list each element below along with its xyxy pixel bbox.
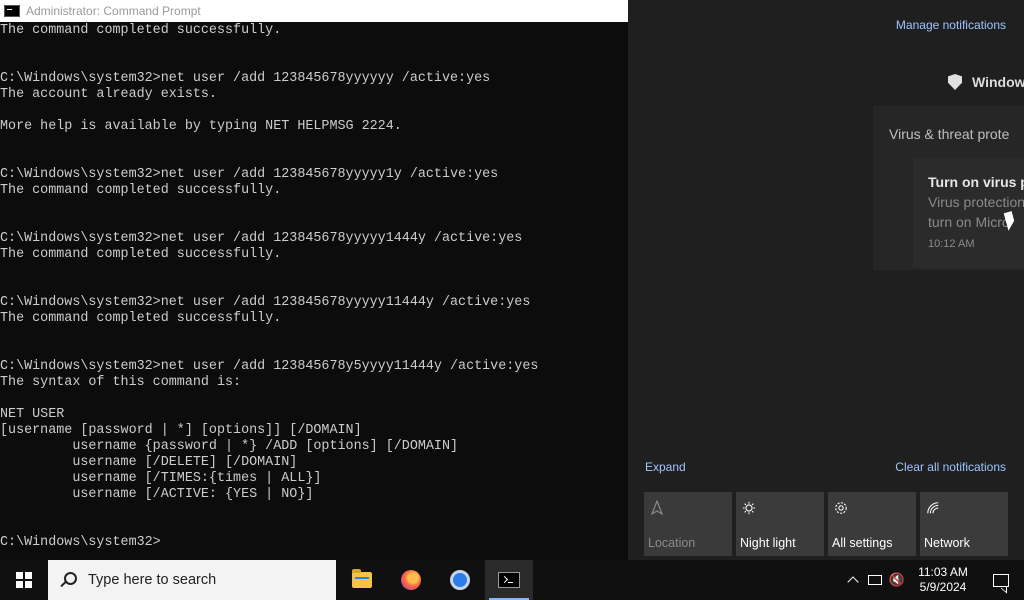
command-prompt-icon (498, 572, 520, 588)
quick-action-label: All settings (832, 536, 893, 550)
command-prompt-icon (4, 5, 20, 17)
console-line: C:\Windows\system32>net user /add 123845… (0, 231, 523, 246)
firefox-icon (401, 570, 421, 590)
action-center: Manage notifications Window Virus & thre… (628, 0, 1024, 560)
chrome-icon (450, 570, 470, 590)
notifications-icon (993, 573, 1009, 587)
console-line: C:\Windows\system32>net user /add 123845… (0, 359, 539, 374)
taskbar-search-box[interactable]: Type here to search (48, 560, 336, 600)
search-icon (60, 572, 77, 588)
group-title: Window (972, 74, 1024, 90)
console-line: C:\Windows\system32>net user /add 123845… (0, 295, 531, 310)
expand-link[interactable]: Expand (645, 460, 686, 474)
action-center-button[interactable] (978, 560, 1024, 600)
window-title: Administrator: Command Prompt (26, 4, 201, 18)
system-tray: 🔇 11:03 AM 5/9/2024 (842, 560, 1024, 600)
quick-action-network[interactable]: Network (920, 492, 1008, 556)
volume-tray-button[interactable]: 🔇 (886, 560, 908, 600)
console-line: username [/DELETE] [/DOMAIN] (0, 455, 298, 470)
quick-action-label: Night light (740, 536, 796, 550)
notification-card[interactable]: Virus & threat prote Turn on virus p Vir… (873, 106, 1024, 270)
quick-action-all-settings[interactable]: All settings (828, 492, 916, 556)
volume-muted-icon: 🔇 (888, 572, 906, 587)
console-line: username {password | *} /ADD [options] [… (0, 439, 459, 454)
console-line: More help is available by typing NET HEL… (0, 119, 402, 134)
file-explorer-icon (352, 569, 372, 588)
taskbar-command-prompt[interactable] (485, 560, 533, 600)
console-line: The account already exists. (0, 87, 217, 102)
console-line: C:\Windows\system32>net user /add 123845… (0, 167, 499, 182)
network-tray-button[interactable] (864, 560, 886, 600)
console-line: C:\Windows\system32>net user /add 123845… (0, 71, 491, 86)
notification-group-header[interactable]: Window (948, 74, 1024, 90)
notification-body-line1: Virus protection (928, 194, 1024, 210)
notification-time: 10:12 AM (928, 238, 975, 250)
clock-time: 11:03 AM (918, 565, 968, 579)
notification-title: Turn on virus p (928, 174, 1024, 190)
quick-action-label: Location (648, 536, 696, 550)
quick-action-label: Network (924, 536, 970, 550)
manage-notifications-link[interactable]: Manage notifications (896, 18, 1006, 32)
console-line: The command completed successfully. (0, 183, 282, 198)
console-line: username [/ACTIVE: {YES | NO}] (0, 487, 314, 502)
network-icon (927, 502, 939, 514)
windows-logo-icon (16, 572, 32, 588)
night-light-icon (742, 501, 756, 515)
console-line: The command completed successfully. (0, 311, 282, 326)
taskbar: Type here to search 🔇 11:03 AM 5/9/2024 (0, 560, 1024, 600)
console-output[interactable]: The command completed successfully. C:\Wi… (0, 23, 628, 560)
console-line: C:\Windows\system32> (0, 535, 161, 550)
console-line: The command completed successfully. (0, 23, 282, 38)
console-line: username [/TIMES:{times | ALL}] (0, 471, 322, 486)
console-line: The syntax of this command is: (0, 375, 242, 390)
console-line: [username [password | *] [options]] [/DO… (0, 423, 362, 438)
taskbar-chrome[interactable] (436, 560, 484, 600)
console-line: NET USER (0, 407, 65, 422)
taskbar-file-explorer[interactable] (338, 560, 386, 600)
chevron-up-icon (847, 576, 859, 588)
clock[interactable]: 11:03 AM 5/9/2024 (908, 565, 978, 595)
gear-icon (835, 502, 847, 514)
quick-action-location[interactable]: Location (644, 492, 732, 556)
search-placeholder: Type here to search (88, 572, 217, 588)
shield-icon (948, 74, 962, 90)
clock-date: 5/9/2024 (919, 580, 967, 594)
quick-actions: Location Night light All settings Networ… (644, 492, 1008, 556)
clear-all-notifications-link[interactable]: Clear all notifications (895, 460, 1006, 474)
title-bar[interactable]: Administrator: Command Prompt (0, 0, 628, 22)
notification-app-name: Virus & threat prote (889, 126, 1010, 142)
show-hidden-icons-button[interactable] (842, 560, 864, 600)
location-icon (650, 500, 664, 516)
quick-action-night-light[interactable]: Night light (736, 492, 824, 556)
notification-body-line2: turn on Micro (928, 214, 1010, 230)
console-line: The command completed successfully. (0, 247, 282, 262)
network-status-icon (868, 575, 882, 585)
command-prompt-window[interactable]: Administrator: Command Prompt The comman… (0, 0, 628, 560)
taskbar-firefox[interactable] (387, 560, 435, 600)
start-button[interactable] (0, 560, 48, 600)
